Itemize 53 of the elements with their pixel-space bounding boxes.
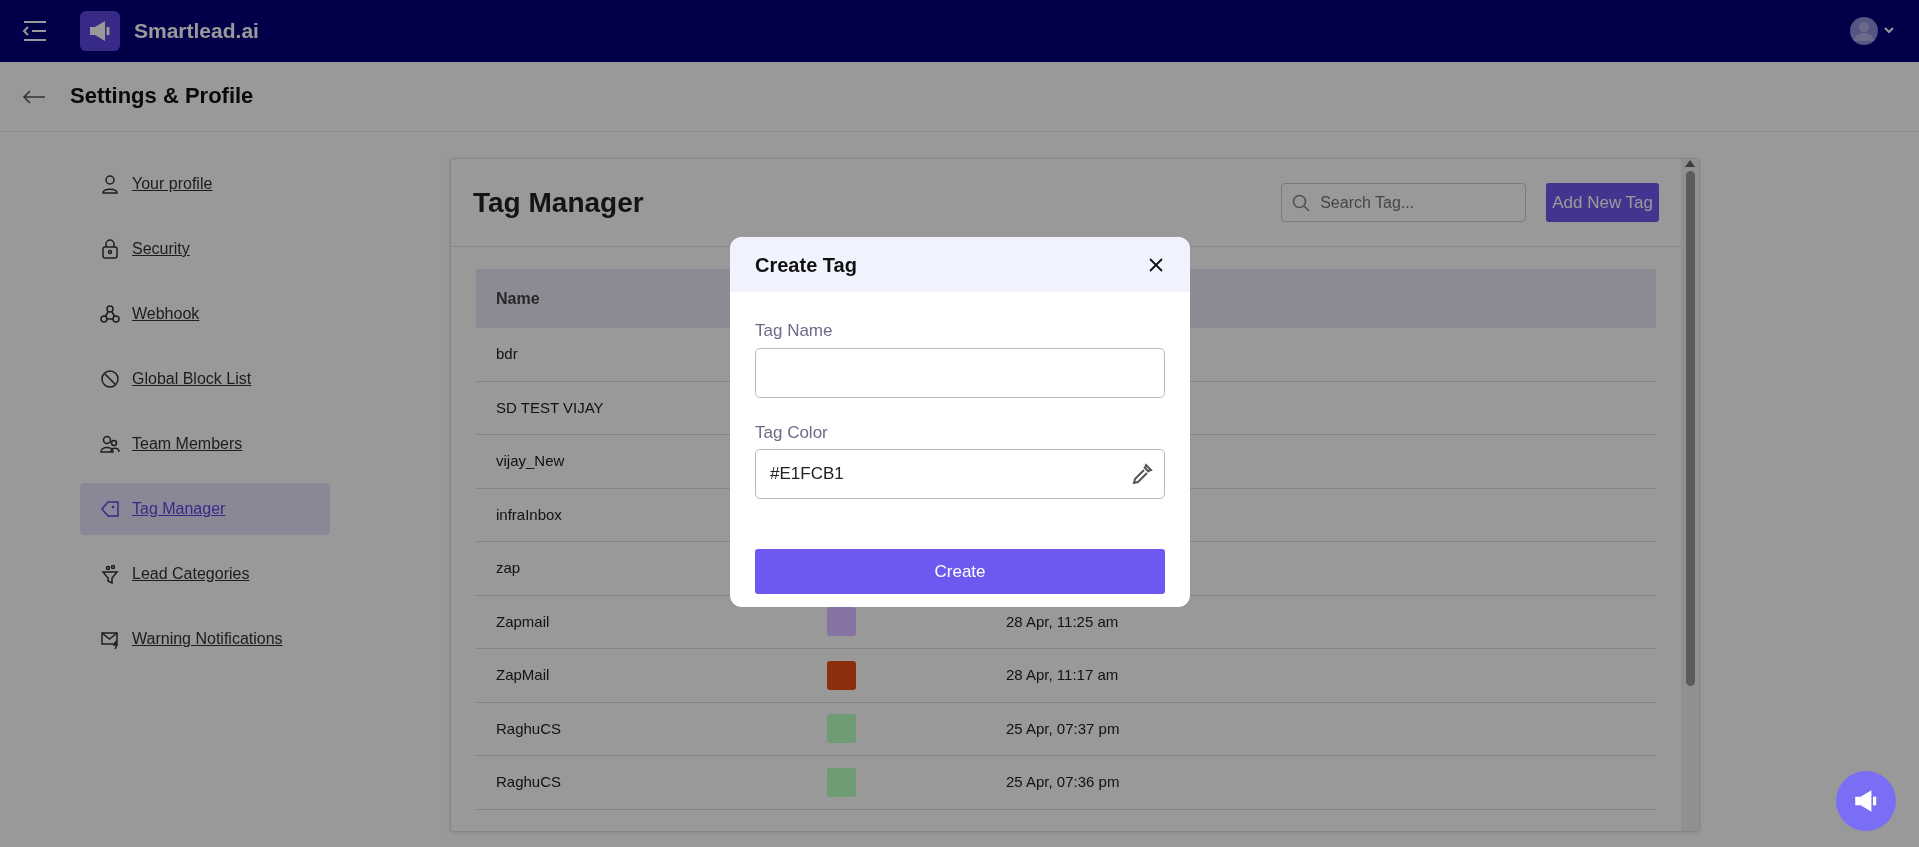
scrollbar[interactable] [1681, 159, 1699, 831]
mail-icon [100, 629, 120, 649]
avatar-menu[interactable] [1849, 16, 1897, 46]
close-icon [1149, 257, 1163, 272]
table-cell: zap [496, 559, 521, 576]
brand-name: Smartlead.ai [134, 18, 259, 45]
funnel-icon [100, 564, 120, 584]
person-icon [100, 174, 120, 194]
sidebar-item[interactable]: Lead Categories [80, 548, 330, 600]
column-header: Name [496, 288, 540, 309]
table-cell-text: 28 Apr, 11:17 am [1006, 665, 1119, 685]
table-cell: SD TEST VIJAY [496, 398, 604, 416]
table-cell-text: 28 Apr, 11:25 am [1006, 611, 1119, 632]
table-cell: RaghuCS [496, 773, 562, 790]
color-field[interactable]: #E1FCB1 [755, 449, 1165, 499]
add-new-tag-button[interactable]: Add New Tag [1546, 183, 1659, 222]
sidebar-item[interactable]: Global Block List [80, 353, 330, 405]
sidebar-item[interactable]: Your profile [80, 158, 330, 210]
table-cell: Zapmail [496, 612, 550, 630]
page-title: Settings & Profile [70, 83, 254, 110]
field-label: Tag Color [755, 421, 829, 444]
close-button[interactable] [1147, 255, 1165, 274]
table-cell: vijay_New [496, 452, 565, 469]
back-arrow-icon[interactable] [22, 89, 46, 104]
table-cell: ZapMail [496, 666, 550, 683]
avatar-icon [1849, 16, 1897, 46]
dialog-title: Create Tag [755, 252, 857, 277]
search-icon [1292, 194, 1311, 212]
tag-icon [100, 499, 120, 519]
table-cell-text: 25 Apr, 07:36 pm [1006, 772, 1120, 792]
create-button[interactable]: Create [755, 549, 1165, 594]
menu-icon[interactable] [22, 20, 48, 42]
table-cell: bdr [496, 345, 518, 362]
sidebar-item[interactable]: Webhook [80, 288, 330, 340]
sidebar-item[interactable]: Security [80, 223, 330, 275]
search-field[interactable]: Search Tag... [1281, 183, 1527, 222]
lock-icon [100, 239, 120, 259]
sidebar-item[interactable]: Warning Notifications [80, 613, 330, 665]
input-field[interactable] [755, 347, 1165, 398]
eyedropper-icon[interactable] [1131, 463, 1153, 485]
sidebar-item[interactable]: Team Members [80, 418, 330, 470]
chat-button[interactable] [1836, 771, 1896, 831]
webhook-icon [100, 304, 120, 324]
scroll-up-icon[interactable] [1685, 159, 1695, 167]
table-cell: RaghuCS [496, 719, 562, 737]
people-icon [100, 434, 120, 454]
block-icon [100, 369, 120, 389]
table-cell-text: 25 Apr, 07:37 pm [1006, 718, 1120, 739]
megaphone-icon [87, 19, 113, 43]
card-title: Tag Manager [473, 185, 644, 220]
field-label: Tag Name [755, 320, 834, 342]
table-cell: infraInbox [496, 505, 562, 523]
sidebar-item[interactable]: Tag Manager [80, 483, 330, 535]
